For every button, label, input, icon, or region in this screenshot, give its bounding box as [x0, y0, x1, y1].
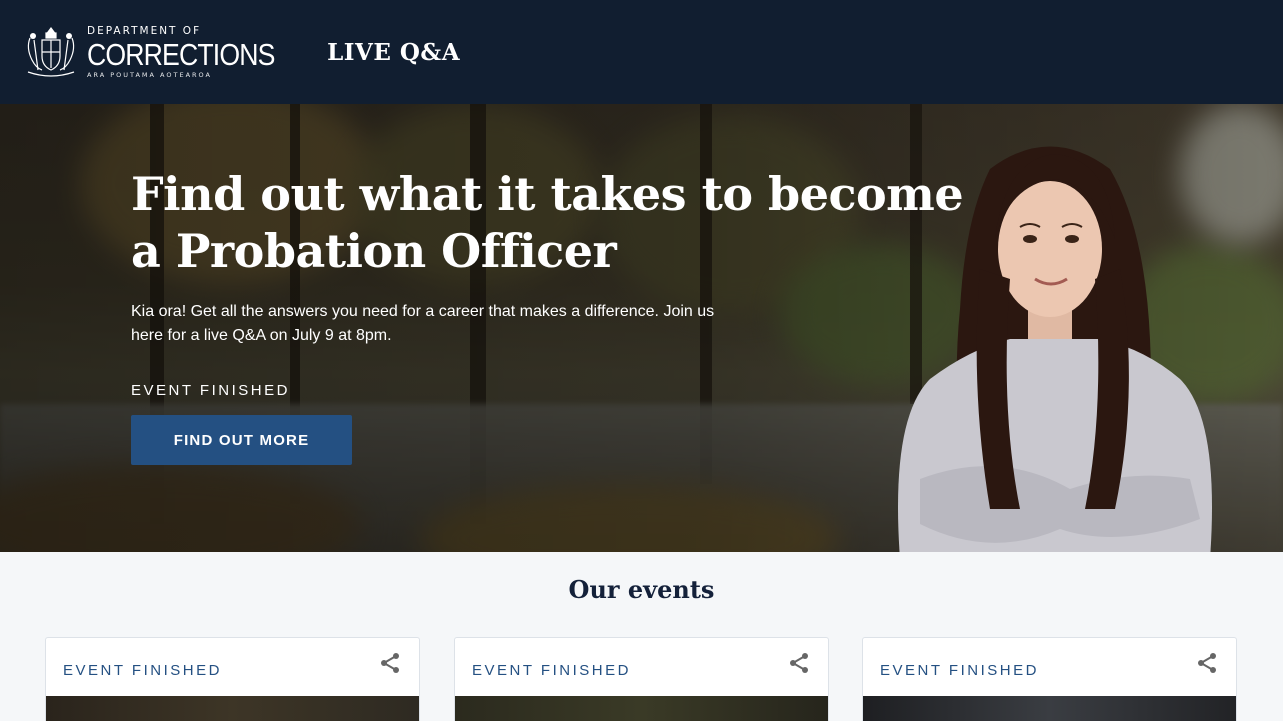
share-icon[interactable]: [788, 652, 810, 674]
coat-of-arms-icon: [27, 27, 75, 77]
event-status: EVENT FINISHED: [472, 661, 631, 679]
hero-event-status: EVENT FINISHED: [131, 382, 290, 399]
share-icon[interactable]: [379, 652, 401, 674]
corrections-logo[interactable]: DEPARTMENT OF CORRECTIONS ARA POUTAMA AO…: [22, 24, 305, 80]
site-title[interactable]: LIVE Q&A: [327, 39, 460, 66]
logo-line-maori: ARA POUTAMA AOTEAROA: [87, 70, 212, 79]
event-card[interactable]: EVENT FINISHED: [862, 637, 1237, 721]
event-thumbnail: [455, 696, 828, 721]
find-out-more-button[interactable]: FIND OUT MORE: [131, 415, 352, 465]
events-section-title: Our events: [568, 575, 715, 604]
event-status: EVENT FINISHED: [880, 661, 1039, 679]
event-thumbnail: [46, 696, 419, 721]
event-card[interactable]: EVENT FINISHED: [45, 637, 420, 721]
share-icon[interactable]: [1196, 652, 1218, 674]
logo-line-department: DEPARTMENT OF: [87, 25, 202, 37]
hero-banner: Find out what it takes to become a Proba…: [0, 104, 1283, 552]
event-thumbnail: [863, 696, 1236, 721]
event-status: EVENT FINISHED: [63, 661, 222, 679]
hero-title: Find out what it takes to become a Proba…: [131, 167, 964, 278]
hero-content: Find out what it takes to become a Proba…: [131, 166, 981, 465]
logo-line-corrections: CORRECTIONS: [87, 36, 275, 72]
event-card[interactable]: EVENT FINISHED: [454, 637, 829, 721]
hero-description: Kia ora! Get all the answers you need fo…: [131, 303, 715, 344]
site-header: DEPARTMENT OF CORRECTIONS ARA POUTAMA AO…: [0, 0, 1283, 104]
